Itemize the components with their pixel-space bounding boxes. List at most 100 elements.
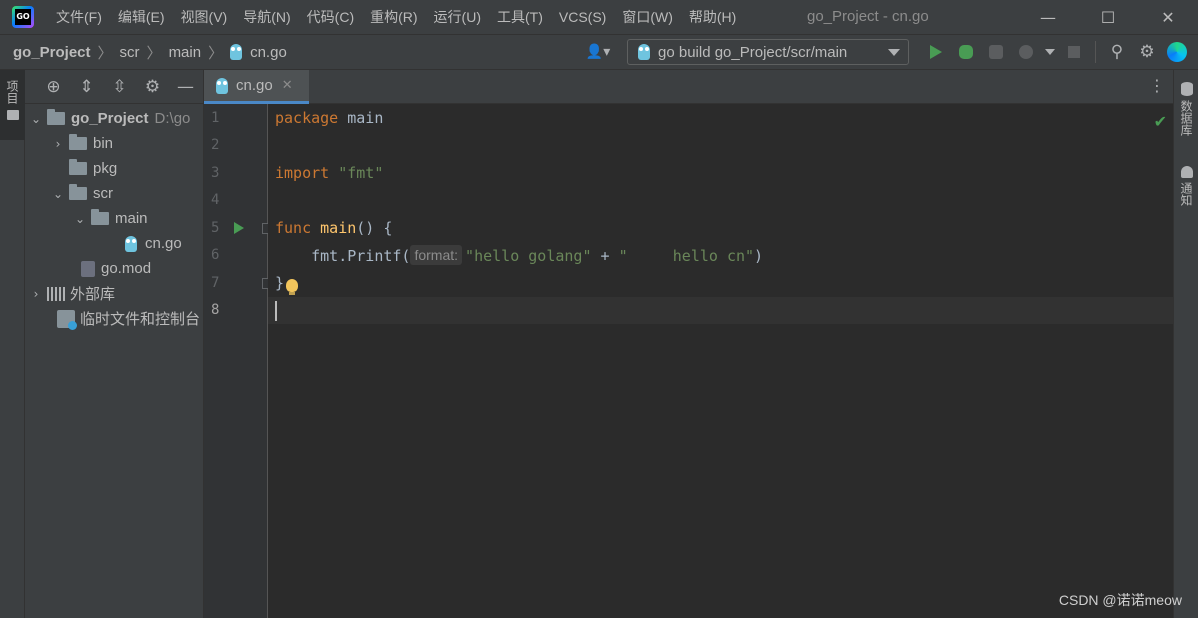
- tree-item-label: go.mod: [101, 260, 152, 277]
- chevron-down-icon[interactable]: ⌄: [47, 187, 69, 201]
- coverage-icon: [989, 45, 1003, 59]
- breadcrumb-project[interactable]: go_Project: [13, 44, 91, 61]
- tree-item-label: 临时文件和控制台: [80, 311, 201, 328]
- tree-item-scratches[interactable]: 临时文件和控制台: [25, 306, 203, 331]
- toolbar: 👤▾ go build go_Project/scr/main ⚲ ⚙: [583, 35, 1198, 69]
- expand-all-button[interactable]: ⇕: [70, 75, 103, 99]
- caret-line-highlight: [268, 297, 1173, 324]
- coverage-button[interactable]: [983, 39, 1009, 65]
- chevron-right-icon[interactable]: ›: [25, 287, 47, 301]
- breadcrumb-file[interactable]: cn.go: [250, 44, 287, 61]
- chevron-down-icon[interactable]: ⌄: [69, 212, 91, 226]
- tree-item-bin[interactable]: › bin: [25, 131, 203, 156]
- menu-help[interactable]: 帮助(H): [681, 0, 744, 34]
- code-editor[interactable]: package main import "fmt" func main() { …: [268, 104, 1173, 618]
- editor-gutter: 1 2 3 4 5 6 7 8: [204, 104, 273, 618]
- minimize-button[interactable]: —: [1018, 0, 1078, 34]
- tree-item-go-mod[interactable]: go.mod: [25, 256, 203, 281]
- go-mod-file-icon: [81, 260, 95, 277]
- panel-settings-button[interactable]: ⚙: [136, 75, 169, 99]
- database-icon: [1180, 82, 1193, 96]
- tree-item-label: pkg: [93, 160, 118, 177]
- tree-item-label: scr: [93, 185, 113, 202]
- database-tool-tab[interactable]: 数据库: [1174, 82, 1198, 136]
- breadcrumb-scr[interactable]: scr: [120, 44, 140, 61]
- user-dropdown-icon[interactable]: 👤▾: [583, 40, 613, 64]
- breadcrumb-main[interactable]: main: [169, 44, 202, 61]
- settings-button[interactable]: ⚙: [1134, 39, 1160, 65]
- menu-vcs[interactable]: VCS(S): [551, 0, 614, 34]
- library-icon: [47, 286, 65, 301]
- tree-item-root[interactable]: ⌄ go_Project D:\go: [25, 106, 203, 131]
- chevron-down-icon: [1045, 49, 1055, 55]
- window-controls: — ☐ ✕: [1018, 0, 1198, 34]
- profile-button[interactable]: [1013, 39, 1039, 65]
- breadcrumb-separator-icon: 〉: [146, 43, 162, 62]
- notifications-tool-tab[interactable]: 通知: [1174, 166, 1198, 206]
- tree-item-cn-go[interactable]: cn.go: [25, 231, 203, 256]
- menu-view[interactable]: 视图(V): [173, 0, 236, 34]
- run-button[interactable]: [923, 39, 949, 65]
- window-title: go_Project - cn.go: [807, 8, 929, 25]
- tree-item-external-libraries[interactable]: › 外部库: [25, 281, 203, 306]
- tree-item-main[interactable]: ⌄ main: [25, 206, 203, 231]
- gear-icon: ⚙: [144, 76, 161, 97]
- menu-code[interactable]: 代码(C): [299, 0, 362, 34]
- gear-icon: ⚙: [1139, 42, 1155, 62]
- toolbar-divider: [1095, 41, 1096, 63]
- menu-run[interactable]: 运行(U): [426, 0, 489, 34]
- editor-tab-bar: cn.go ✕ ⋮: [204, 70, 1173, 104]
- datalore-button[interactable]: [1164, 39, 1190, 65]
- folder-icon: [91, 209, 109, 225]
- line-number: 4: [211, 192, 220, 208]
- stop-button[interactable]: [1061, 39, 1087, 65]
- more-tabs-icon[interactable]: ⋮: [1149, 76, 1165, 95]
- go-file-icon: [216, 77, 228, 94]
- breadcrumb: go_Project 〉 scr 〉 main 〉 cn.go: [0, 42, 287, 63]
- collapse-all-icon: ⇳: [112, 76, 127, 97]
- more-run-options-button[interactable]: [1043, 39, 1057, 65]
- maximize-button[interactable]: ☐: [1078, 0, 1138, 34]
- menu-file[interactable]: 文件(F): [48, 0, 110, 34]
- scratches-console-icon: [57, 309, 77, 330]
- close-tab-icon[interactable]: ✕: [282, 78, 293, 93]
- profile-icon: [1019, 45, 1033, 59]
- chevron-right-icon[interactable]: ›: [47, 137, 69, 151]
- datalore-icon: [1167, 42, 1187, 62]
- main-menu: 文件(F) 编辑(E) 视图(V) 导航(N) 代码(C) 重构(R) 运行(U…: [48, 0, 744, 34]
- project-tool-tab[interactable]: 项目: [0, 70, 25, 140]
- tree-root-path: D:\go: [154, 110, 191, 127]
- tree-item-pkg[interactable]: pkg: [25, 156, 203, 181]
- navigation-bar: go_Project 〉 scr 〉 main 〉 cn.go 👤▾ go bu…: [0, 34, 1198, 70]
- lightbulb-icon[interactable]: [286, 279, 298, 295]
- menu-window[interactable]: 窗口(W): [614, 0, 681, 34]
- chevron-down-icon[interactable]: ⌄: [25, 112, 47, 126]
- select-opened-file-button[interactable]: ⊕: [37, 75, 70, 99]
- run-gutter-icon[interactable]: [234, 222, 244, 234]
- project-tool-label: 项目: [5, 80, 19, 104]
- tab-cn-go[interactable]: cn.go ✕: [204, 70, 309, 104]
- menu-edit[interactable]: 编辑(E): [110, 0, 173, 34]
- tree-item-label: bin: [93, 135, 114, 152]
- collapse-all-button[interactable]: ⇳: [103, 75, 136, 99]
- folder-icon: [69, 184, 87, 200]
- line-number: 3: [211, 165, 220, 181]
- hide-panel-button[interactable]: —: [169, 75, 202, 99]
- menu-tools[interactable]: 工具(T): [489, 0, 551, 34]
- debug-button[interactable]: [953, 39, 979, 65]
- bell-icon: [1180, 166, 1193, 178]
- menu-navigate[interactable]: 导航(N): [235, 0, 298, 34]
- breadcrumb-separator-icon: 〉: [97, 43, 113, 62]
- database-tool-label: 数据库: [1179, 100, 1193, 136]
- code-line-1: package main: [275, 109, 384, 127]
- menu-refactor[interactable]: 重构(R): [362, 0, 425, 34]
- title-bar: 文件(F) 编辑(E) 视图(V) 导航(N) 代码(C) 重构(R) 运行(U…: [0, 0, 1198, 34]
- folder-icon: [69, 134, 87, 150]
- tree-item-scr[interactable]: ⌄ scr: [25, 181, 203, 206]
- tree-item-label: main: [115, 210, 148, 227]
- search-icon: ⚲: [1110, 42, 1124, 62]
- search-button[interactable]: ⚲: [1104, 39, 1130, 65]
- close-button[interactable]: ✕: [1138, 0, 1198, 34]
- run-configuration-select[interactable]: go build go_Project/scr/main: [627, 39, 909, 65]
- line-number: 7: [211, 275, 220, 291]
